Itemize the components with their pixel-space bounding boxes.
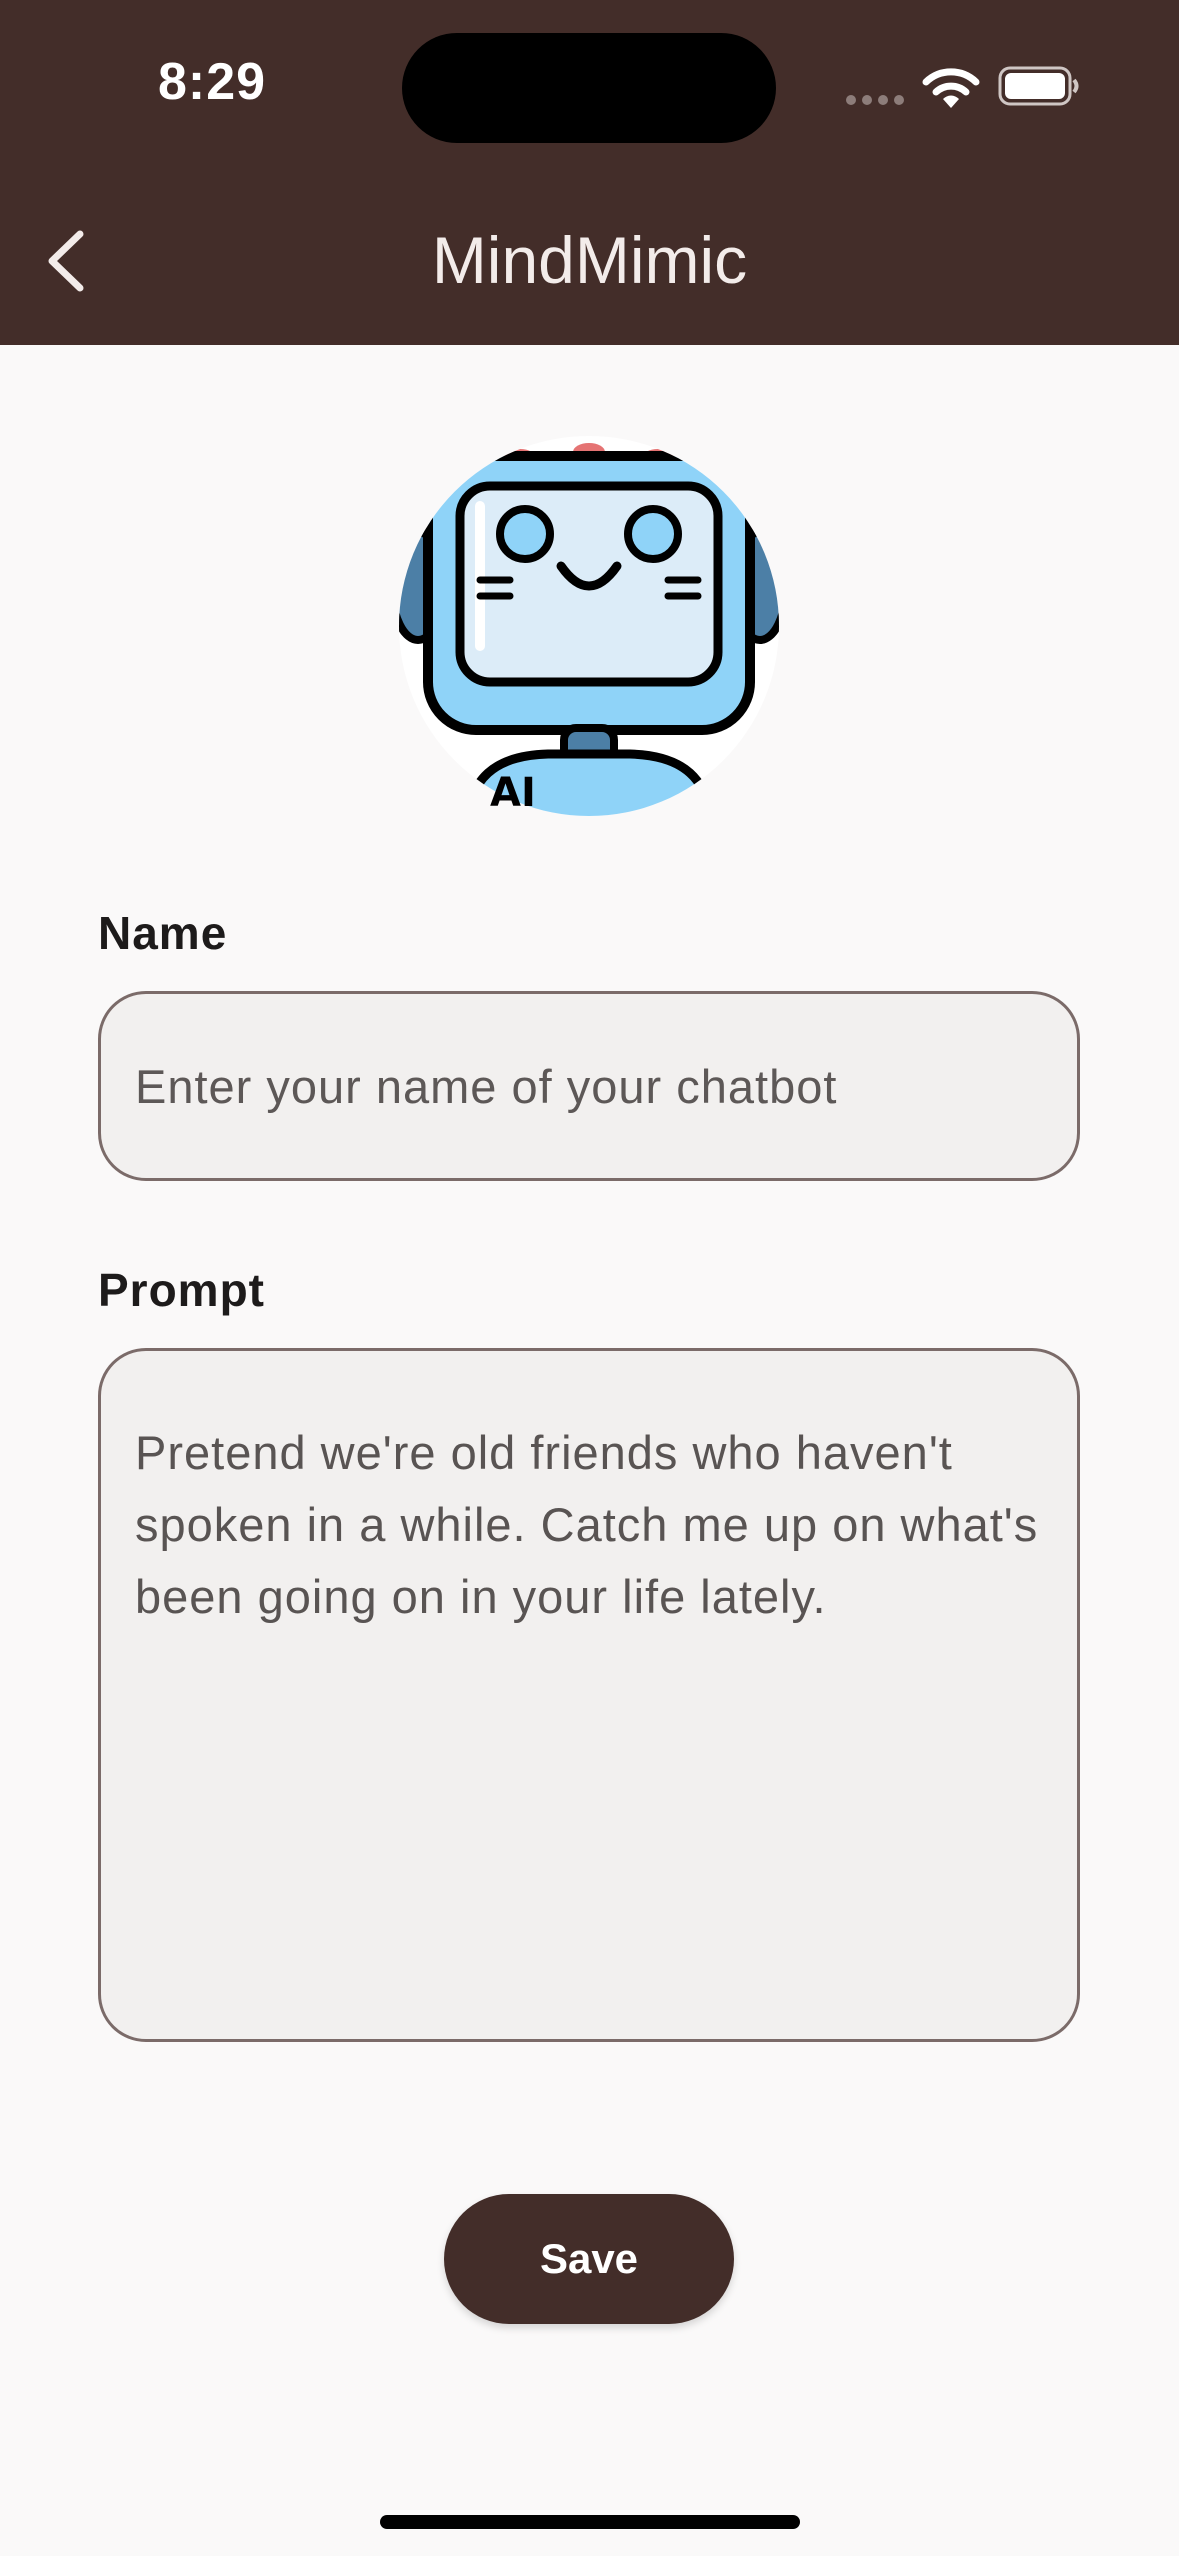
wifi-icon <box>922 68 980 108</box>
name-label: Name <box>98 907 228 959</box>
home-indicator <box>380 2515 800 2529</box>
save-button[interactable]: Save <box>444 2194 734 2324</box>
avatar-badge: AI <box>490 770 536 816</box>
dynamic-island <box>402 33 776 143</box>
name-input[interactable] <box>98 991 1080 1181</box>
prompt-textarea[interactable]: Pretend we're old friends who haven't sp… <box>98 1348 1080 2042</box>
status-time: 8:29 <box>158 53 267 111</box>
app-bar: 8:29 MindMimic <box>0 0 1179 345</box>
battery-icon <box>998 66 1079 106</box>
robot-icon: AI <box>399 436 779 816</box>
prompt-label: Prompt <box>98 1264 265 1316</box>
cellular-signal-icon <box>846 95 904 105</box>
page-title: MindMimic <box>431 223 748 297</box>
